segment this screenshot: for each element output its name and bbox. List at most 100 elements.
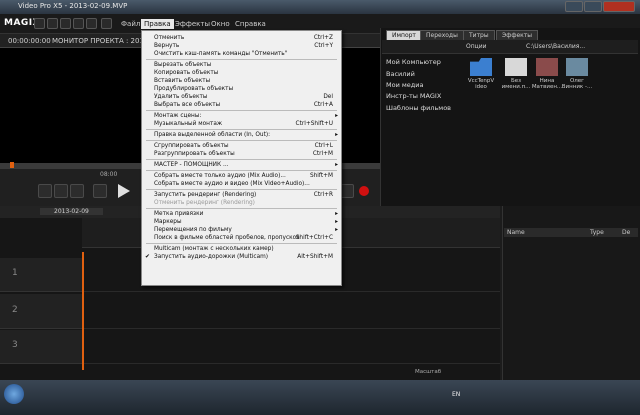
menu-item[interactable]: Разгруппировать объекты Ctrl+M bbox=[142, 150, 341, 158]
submenu-arrow-icon: ▸ bbox=[335, 132, 338, 138]
menu-item[interactable]: Вставить объекты bbox=[142, 77, 341, 85]
menu-separator bbox=[146, 170, 337, 171]
menu-item[interactable]: Выбрать все объекты Ctrl+A bbox=[142, 101, 341, 109]
undo-icon[interactable] bbox=[86, 18, 97, 29]
submenu-arrow-icon: ▸ bbox=[335, 227, 338, 233]
menu-window[interactable]: Окно bbox=[208, 19, 233, 29]
tile-label: Без имени.п... bbox=[501, 78, 531, 90]
track-header[interactable]: 3 bbox=[0, 330, 82, 364]
project-tab[interactable]: 2013-02-09 bbox=[40, 208, 103, 215]
menu-item-label: Собрать вместе аудио и видео (Mix Video+… bbox=[154, 181, 310, 187]
menu-file[interactable]: Файл bbox=[118, 19, 143, 29]
menu-item-label: Запустить рендеринг (Rendering) bbox=[154, 192, 257, 198]
menu-item[interactable]: Музыкальный монтаж Ctrl+Shift+U bbox=[142, 120, 341, 128]
timeline-playhead[interactable] bbox=[82, 252, 84, 370]
minimize-button[interactable] bbox=[565, 1, 583, 12]
menu-edit[interactable]: Правка bbox=[141, 19, 174, 29]
side-item[interactable]: Мой Компьютер bbox=[386, 58, 441, 66]
submenu-arrow-icon: ▸ bbox=[335, 162, 338, 168]
col-type[interactable]: Type bbox=[590, 229, 604, 236]
media-pool bbox=[380, 28, 640, 206]
zoom-label[interactable]: Масштаб bbox=[415, 369, 441, 375]
in-point-button[interactable] bbox=[38, 184, 52, 198]
menu-item-label: Сгруппировать объекты bbox=[154, 143, 229, 149]
menu-item[interactable]: Вырезать объекты bbox=[142, 61, 341, 69]
menu-separator bbox=[146, 159, 337, 160]
tab-import[interactable]: Импорт bbox=[386, 30, 422, 40]
tab-titles[interactable]: Титры bbox=[463, 30, 495, 40]
menu-item-label: Вставить объекты bbox=[154, 78, 211, 84]
side-item[interactable]: Василий bbox=[386, 70, 415, 78]
tab-effects[interactable]: Эффекты bbox=[496, 30, 538, 40]
close-button[interactable] bbox=[603, 1, 635, 12]
menu-item[interactable]: Собрать вместе только аудио (Mix Audio).… bbox=[142, 172, 341, 180]
menu-item[interactable]: Поиск в фильме областей пробелов, пропус… bbox=[142, 234, 341, 242]
track-lane[interactable] bbox=[82, 330, 500, 364]
menu-item[interactable]: Монтаж сцены: ▸ bbox=[142, 112, 341, 120]
menu-item[interactable]: Вернуть Ctrl+Y bbox=[142, 42, 341, 50]
menu-item[interactable]: ✔ Запустить аудио-дорожки (Multicam) Alt+S… bbox=[142, 253, 341, 261]
tab-transitions[interactable]: Переходы bbox=[420, 30, 464, 40]
menu-effects[interactable]: Эффекты bbox=[172, 19, 213, 29]
tile-label: Олег Винник -... bbox=[561, 78, 593, 90]
track-header[interactable]: 2 bbox=[0, 295, 82, 329]
path-field[interactable]: C:\Users\Василия... bbox=[526, 43, 585, 50]
menu-item[interactable]: Удалить объекты Del bbox=[142, 93, 341, 101]
file-icon[interactable] bbox=[505, 58, 527, 76]
menu-item-shortcut: Ctrl+A bbox=[313, 102, 333, 108]
side-item[interactable]: Шаблоны фильмов bbox=[386, 104, 451, 112]
menu-separator bbox=[146, 59, 337, 60]
menu-item[interactable]: Копировать объекты bbox=[142, 69, 341, 77]
side-item[interactable]: Инстр-ты MAGIX bbox=[386, 92, 441, 100]
loop-button[interactable] bbox=[93, 184, 107, 198]
options-dropdown[interactable]: Опции bbox=[466, 43, 487, 50]
save-icon[interactable] bbox=[60, 18, 71, 29]
menu-item[interactable]: Отменить Ctrl+Z bbox=[142, 34, 341, 42]
menu-item-label: Монтаж сцены: bbox=[154, 113, 202, 119]
col-desc[interactable]: De bbox=[622, 229, 630, 236]
edit-menu: Отменить Ctrl+Z Вернуть Ctrl+Y Очистить кэш-… bbox=[141, 30, 342, 286]
redo-icon[interactable] bbox=[101, 18, 112, 29]
record-button[interactable] bbox=[359, 186, 369, 196]
menu-item-label: Продублировать объекты bbox=[154, 86, 234, 92]
menu-item[interactable]: Собрать вместе аудио и видео (Mix Video+… bbox=[142, 180, 341, 188]
menu-item[interactable]: МАСТЕР - ПОМОЩНИК ... ▸ bbox=[142, 161, 341, 169]
menu-item[interactable]: Правка выделенной области (In, Out): ▸ bbox=[142, 131, 341, 139]
menu-item[interactable]: Продублировать объекты bbox=[142, 85, 341, 93]
menu-item[interactable]: Перемещения по фильму ▸ bbox=[142, 226, 341, 234]
toolbar-icon[interactable] bbox=[34, 18, 45, 29]
marker-button[interactable] bbox=[70, 184, 84, 198]
menu-item[interactable]: Метка привязки ▸ bbox=[142, 210, 341, 218]
toolbar-icon[interactable] bbox=[73, 18, 84, 29]
track-number: 2 bbox=[12, 305, 18, 315]
track-lane[interactable] bbox=[82, 295, 500, 329]
play-icon[interactable] bbox=[118, 184, 130, 198]
ruler-time: 08:00 bbox=[100, 171, 118, 178]
menu-item[interactable]: Маркеры ▸ bbox=[142, 218, 341, 226]
menu-item-shortcut: Ctrl+R bbox=[313, 192, 333, 198]
track-header[interactable]: 1 bbox=[0, 258, 82, 292]
thumbnail[interactable] bbox=[566, 58, 588, 76]
side-item[interactable]: Мои медиа bbox=[386, 81, 423, 89]
menu-help[interactable]: Справка bbox=[232, 19, 269, 29]
menu-item[interactable]: Очистить кэш-память команды "Отменить" bbox=[142, 50, 341, 58]
menu-item-shortcut: Shift+Ctrl+C bbox=[295, 235, 333, 241]
menu-item-label: Перемещения по фильму bbox=[154, 227, 232, 233]
menu-item-shortcut: Ctrl+M bbox=[312, 151, 333, 157]
out-point-button[interactable] bbox=[54, 184, 68, 198]
toolbar-icon[interactable] bbox=[47, 18, 58, 29]
menu-separator bbox=[146, 243, 337, 244]
start-button[interactable] bbox=[4, 384, 24, 404]
menu-item[interactable]: Сгруппировать объекты Ctrl+L bbox=[142, 142, 341, 150]
col-name[interactable]: Name bbox=[507, 229, 525, 236]
track-number: 3 bbox=[12, 340, 18, 350]
maximize-button[interactable] bbox=[584, 1, 602, 12]
menu-item[interactable]: Запустить рендеринг (Rendering) Ctrl+R bbox=[142, 191, 341, 199]
menu-item-label: Отменить рендеринг (Rendering) bbox=[154, 200, 255, 206]
taskbar bbox=[0, 380, 640, 415]
language-indicator[interactable]: EN bbox=[452, 391, 460, 398]
menu-item[interactable]: Multicam (монтаж с нескольких камер) bbox=[142, 245, 341, 253]
menu-item-shortcut: Ctrl+Z bbox=[313, 35, 333, 41]
thumbnail[interactable] bbox=[536, 58, 558, 76]
stop-button[interactable] bbox=[340, 184, 354, 198]
